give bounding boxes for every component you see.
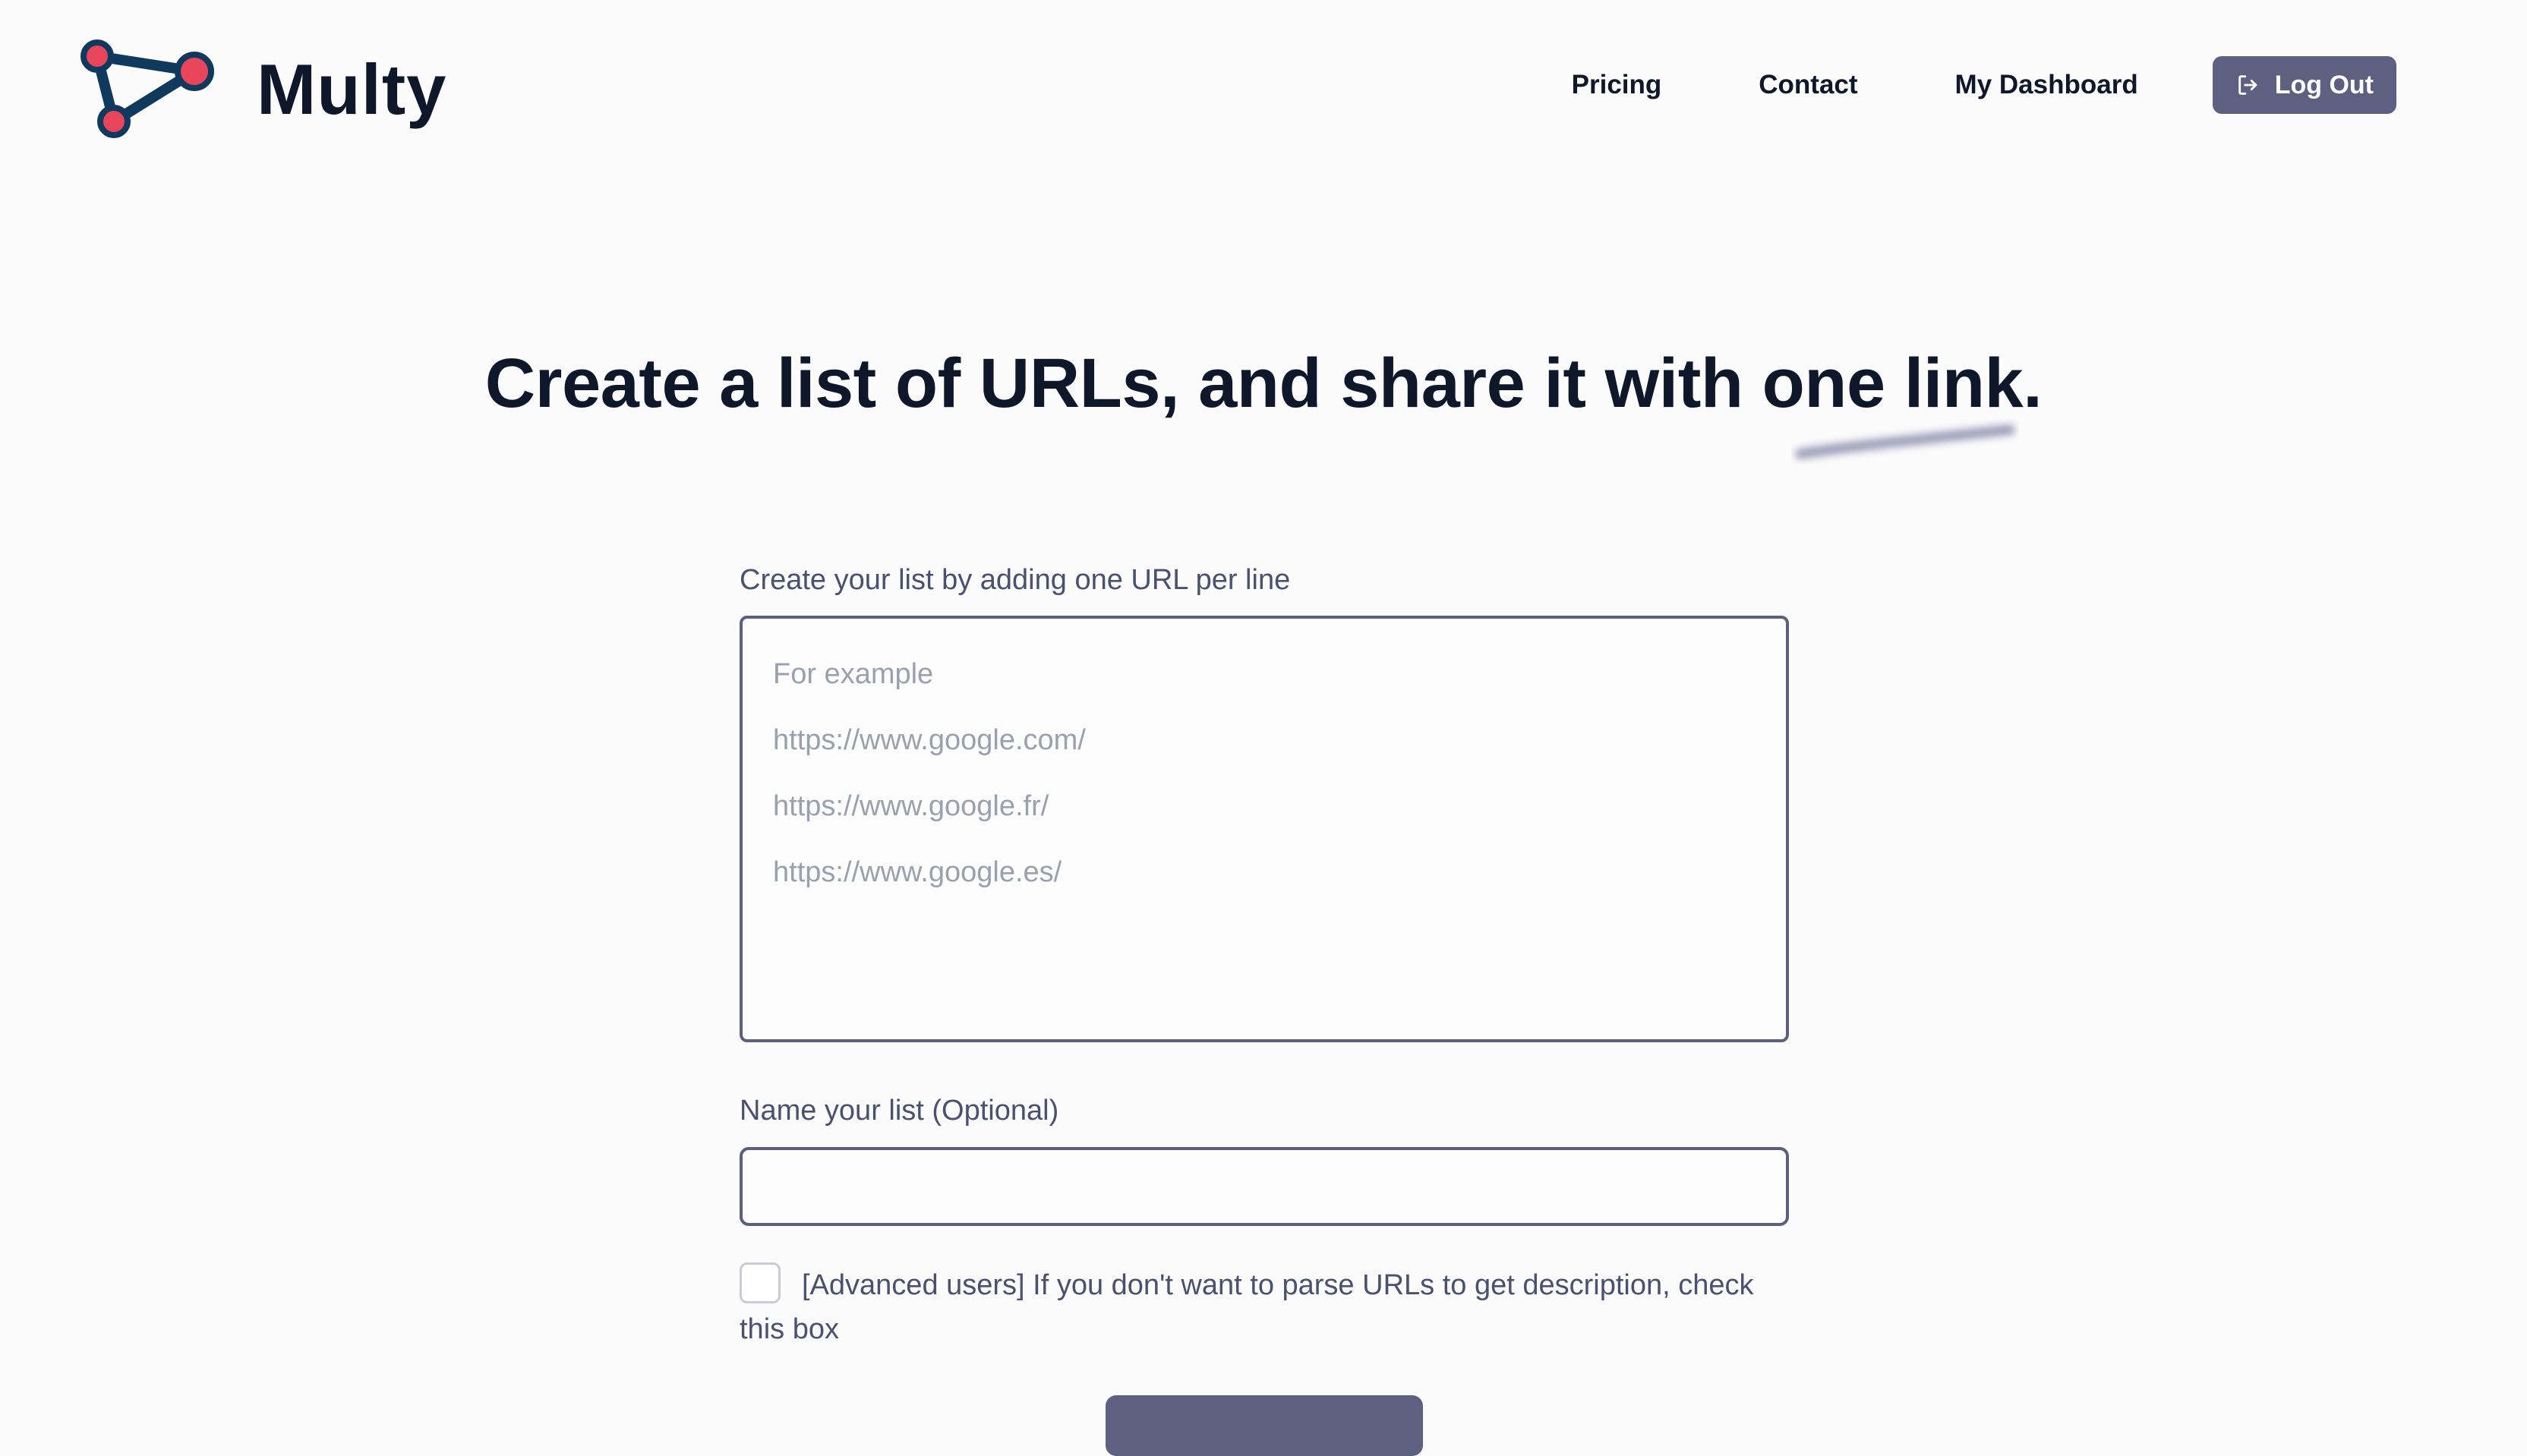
create-list-form: Create your list by adding one URL per l… [740, 562, 1789, 1351]
urls-label: Create your list by adding one URL per l… [740, 564, 1291, 596]
logout-button[interactable]: Log Out [2212, 56, 2396, 114]
brand-name: Multy [257, 49, 447, 129]
hero-title-text: Create a list of URLs, and share it with… [484, 345, 2043, 422]
decorative-underline [1795, 424, 2016, 460]
advanced-checkbox[interactable] [740, 1262, 781, 1303]
urls-textarea[interactable] [740, 616, 1789, 1043]
nav-pricing-link[interactable]: Pricing [1572, 56, 1662, 114]
urls-textarea-wrap: For example https://www.google.com/ http… [740, 616, 1789, 1043]
brand-logo-link[interactable]: Multy [79, 38, 446, 141]
nav-dashboard-link[interactable]: My Dashboard [1955, 56, 2138, 114]
logout-label: Log Out [2274, 70, 2374, 99]
submit-button[interactable] [1106, 1395, 1423, 1456]
hero: Create a list of URLs, and share it with… [0, 342, 2527, 460]
main-nav: Pricing Contact My Dashboard Log Out [1572, 56, 2396, 114]
list-name-input[interactable] [740, 1146, 1789, 1226]
nav-contact-link[interactable]: Contact [1759, 56, 1857, 114]
logout-icon [2238, 75, 2257, 95]
advanced-option: [Advanced users] If you don't want to pa… [740, 1262, 1789, 1351]
list-name-label: Name your list (Optional) [740, 1095, 1059, 1127]
site-header: Multy Pricing Contact My Dashboard Log O… [0, 0, 2527, 175]
share-network-icon [80, 39, 214, 138]
page-title: Create a list of URLs, and share it with… [484, 342, 2043, 460]
advanced-checkbox-label: [Advanced users] If you don't want to pa… [740, 1268, 1754, 1345]
